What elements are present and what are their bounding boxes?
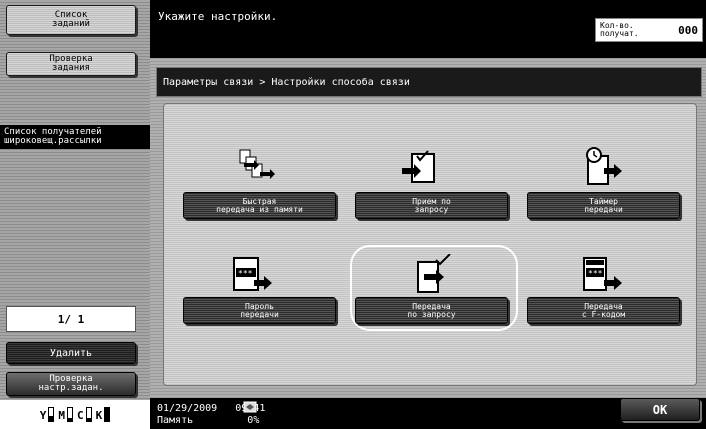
recipients-counter: Кол-во. получат. 000	[595, 18, 703, 42]
copier-screen: Список заданий Проверка задания Список п…	[0, 0, 706, 429]
toner-yellow: Y	[40, 407, 55, 422]
svg-text:***: ***	[238, 269, 253, 278]
quick-memory-tx-button[interactable]: Быстрая передача из памяти	[183, 192, 336, 219]
polling-rx-button[interactable]: Прием по запросу	[355, 192, 508, 219]
memory-icon	[243, 401, 257, 413]
left-sidebar: Список заданий Проверка задания Список п…	[0, 0, 150, 429]
ok-button[interactable]: OK	[620, 398, 700, 421]
polling-rx-icon	[402, 150, 435, 183]
toner-cyan: C	[77, 407, 92, 422]
password-tx-button[interactable]: Пароль передачи	[183, 297, 336, 324]
breadcrumb: Параметры связи > Настройки способа связ…	[156, 67, 702, 97]
job-list-button[interactable]: Список заданий	[6, 5, 136, 35]
password-tx-icon: ***	[233, 257, 272, 291]
polling-tx-button[interactable]: Передача по запросу	[355, 297, 508, 324]
page-indicator: 1/ 1	[6, 306, 136, 332]
svg-text:***: ***	[588, 269, 603, 278]
broadcast-list-label: Список получателей широковещ.рассылки	[0, 125, 150, 149]
instruction-text: Укажите настройки.	[158, 10, 278, 23]
timer-tx-button[interactable]: Таймер передачи	[527, 192, 680, 219]
f-code-tx-icon: ***	[583, 257, 622, 291]
toner-black: K	[96, 407, 111, 422]
check-job-button[interactable]: Проверка задания	[6, 52, 136, 76]
delete-button[interactable]: Удалить	[6, 342, 136, 364]
toner-levels: Y M C K	[0, 400, 150, 429]
toner-magenta: M	[58, 407, 73, 422]
f-code-tx-button[interactable]: Передача с F-кодом	[527, 297, 680, 324]
polling-tx-icon	[417, 254, 451, 293]
check-settings-button[interactable]: Проверка настр.задан.	[6, 372, 136, 396]
recipients-count: 000	[678, 23, 698, 37]
recipients-label: Кол-во. получат.	[600, 21, 639, 38]
timer-tx-icon	[586, 147, 622, 185]
quick-memory-tx-icon	[239, 149, 275, 179]
